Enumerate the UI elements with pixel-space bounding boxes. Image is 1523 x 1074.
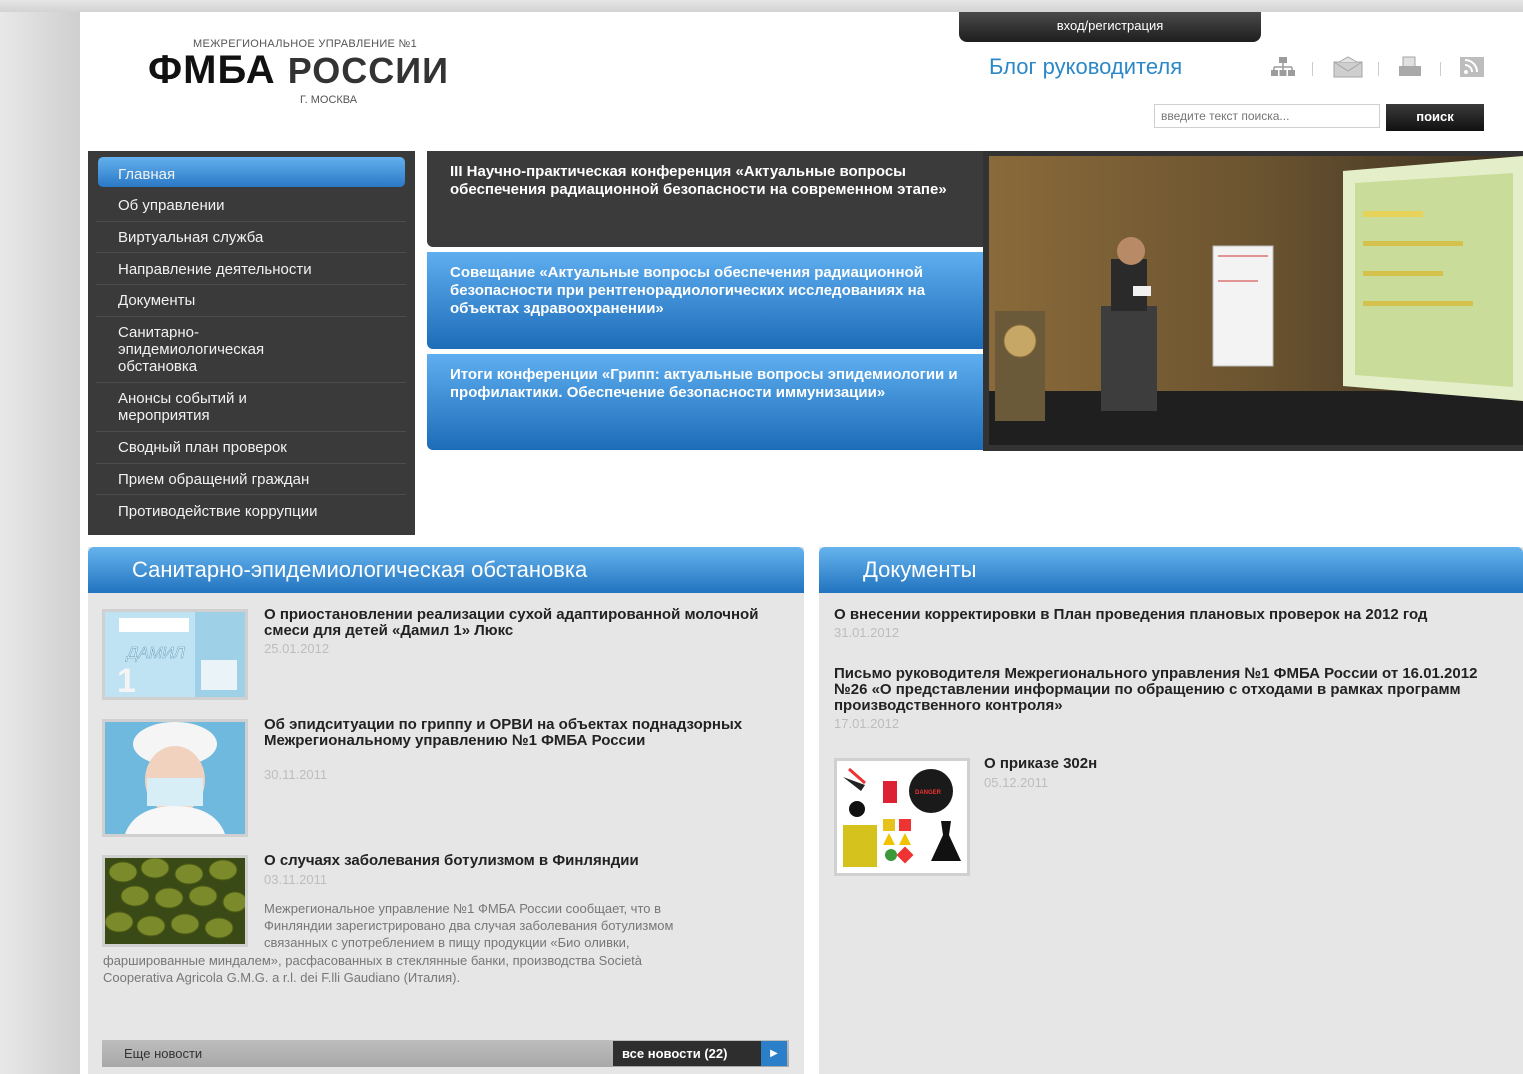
news-title[interactable]: О приостановлении реализации сухой адапт… (264, 607, 774, 639)
page-shadow-left (0, 0, 80, 1074)
all-news-label: все новости (22) (622, 1046, 728, 1061)
nav-divider (96, 221, 406, 222)
news-thumbnail[interactable] (102, 855, 248, 947)
epid-panel-header: Санитарно-эпидемиологическая обстановка (88, 547, 804, 593)
nav-item-epid-situation[interactable]: Санитарно-эпидемиологическая обстановка (118, 324, 333, 375)
main-nav: Главная Об управлении Виртуальная служба… (88, 151, 415, 535)
nav-divider (96, 284, 406, 285)
thumbnail-number: 1 (117, 662, 136, 697)
nav-item-anticorruption[interactable]: Противодействие коррупции (118, 503, 408, 520)
search-button[interactable]: поиск (1386, 104, 1484, 131)
rss-icon[interactable] (1458, 56, 1486, 80)
sitemap-icon[interactable] (1269, 56, 1297, 80)
slider-item-title: Итоги конференции «Грипп: актуальные воп… (450, 366, 958, 401)
news-date: 03.11.2011 (264, 872, 328, 887)
logo-city: Г. МОСКВА (300, 94, 358, 106)
header-separator (1440, 62, 1441, 76)
slider-item-title: Совещание «Актуальные вопросы обеспечени… (450, 264, 926, 317)
doc-date: 31.01.2012 (834, 625, 900, 640)
slider-item[interactable]: Совещание «Актуальные вопросы обеспечени… (427, 252, 983, 349)
all-news-button[interactable]: все новости (22) ▶ (613, 1041, 787, 1066)
news-thumbnail[interactable]: ДАМИЛ 1 (102, 609, 248, 700)
more-news-bar: Еще новости все новости (22) ▶ (102, 1040, 789, 1067)
news-thumbnail[interactable] (102, 719, 248, 837)
news-body-line: Финляндии зарегистрировано два случая за… (264, 918, 674, 933)
search-input[interactable] (1154, 104, 1380, 128)
print-icon[interactable] (1396, 56, 1424, 80)
nav-item-citizen-appeals[interactable]: Прием обращений граждан (118, 471, 408, 488)
nav-item-inspection-plan[interactable]: Сводный план проверок (118, 439, 408, 456)
news-date: 25.01.2012 (264, 641, 330, 656)
nav-item-documents[interactable]: Документы (118, 292, 408, 309)
slider-item-title: III Научно-практическая конференция «Акт… (450, 163, 947, 198)
slider-item[interactable]: Итоги конференции «Грипп: актуальные воп… (427, 354, 983, 450)
more-news-link[interactable]: Еще новости (124, 1046, 202, 1061)
slider-item[interactable]: III Научно-практическая конференция «Акт… (427, 151, 983, 247)
header-separator (1312, 62, 1313, 76)
nav-divider (96, 252, 406, 253)
nav-divider (96, 431, 406, 432)
doc-title[interactable]: Письмо руководителя Межрегионального упр… (834, 666, 1514, 714)
blog-link[interactable]: Блог руководителя (989, 54, 1182, 80)
docs-panel-header: Документы (819, 547, 1523, 593)
logo[interactable]: ФМБА РОССИИ (148, 48, 449, 93)
doc-title[interactable]: О внесении корректировки в План проведен… (834, 607, 1523, 623)
login-link[interactable]: вход/регистрация (959, 12, 1261, 42)
news-date: 30.11.2011 (264, 767, 328, 782)
docs-panel-title: Документы (863, 557, 977, 582)
news-body-line: фаршированные миндалем», расфасованных в… (103, 953, 643, 968)
nav-divider (96, 463, 406, 464)
arrow-right-icon: ▶ (761, 1041, 787, 1066)
doc-date: 17.01.2012 (834, 716, 900, 731)
news-body-line: связанных с употреблением в пищу продукц… (264, 935, 630, 950)
logo-sub-text: РОССИИ (287, 50, 449, 91)
news-title[interactable]: Об эпидситуации по гриппу и ОРВИ на объе… (264, 717, 784, 749)
header-separator (1378, 62, 1379, 76)
news-body-line: Межрегиональное управление №1 ФМБА Росси… (264, 901, 662, 916)
nav-divider (96, 382, 406, 383)
nav-divider (96, 316, 406, 317)
news-title[interactable]: О случаях заболевания ботулизмом в Финля… (264, 853, 784, 869)
page: МЕЖРЕГИОНАЛЬНОЕ УПРАВЛЕНИЕ №1 ФМБА РОССИ… (80, 12, 1523, 1074)
news-body-line: Cooperativa Agricola G.M.G. a r.l. dei F… (103, 970, 461, 985)
thumbnail-label: ДАМИЛ (125, 645, 185, 662)
slider-photo[interactable] (983, 151, 1523, 451)
hazard-label: DANGER (915, 790, 942, 796)
nav-item-home[interactable]: Главная (118, 166, 408, 183)
nav-item-virtual-service[interactable]: Виртуальная служба (118, 229, 408, 246)
nav-divider (96, 494, 406, 495)
page-shadow-top (0, 0, 1523, 12)
mail-icon[interactable] (1333, 56, 1363, 80)
doc-thumbnail[interactable]: DANGER (834, 758, 970, 876)
doc-title[interactable]: О приказе 302н (984, 756, 1384, 772)
nav-item-activity[interactable]: Направление деятельности (118, 261, 408, 278)
epid-panel-title: Санитарно-эпидемиологическая обстановка (132, 557, 588, 582)
nav-item-events[interactable]: Анонсы событий и мероприятия (118, 390, 298, 424)
logo-main-text: ФМБА (148, 48, 276, 92)
doc-date: 05.12.2011 (984, 775, 1049, 790)
nav-item-about[interactable]: Об управлении (118, 197, 408, 214)
